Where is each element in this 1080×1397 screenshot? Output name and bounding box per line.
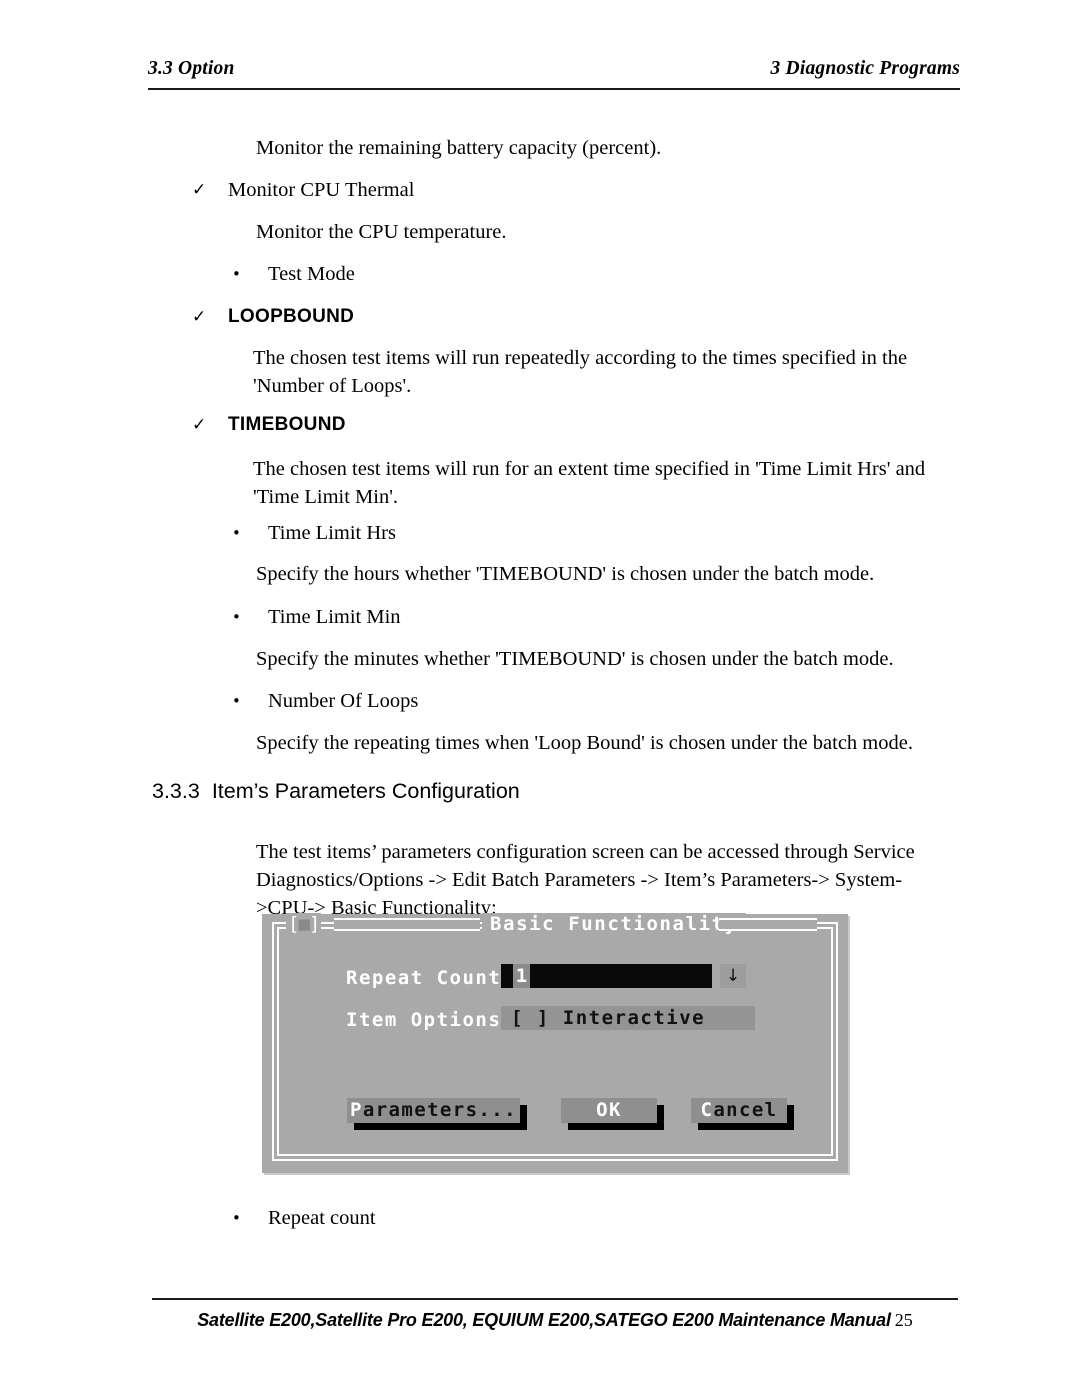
list-item-label: Repeat count	[268, 1207, 376, 1229]
titlebar-rule-left	[334, 918, 480, 931]
paragraph-number-of-loops-desc: Specify the repeating times when 'Loop B…	[256, 732, 913, 754]
page-header: 3.3 Option 3 Diagnostic Programs	[148, 58, 960, 92]
interactive-checkbox[interactable]: [ ] Interactive	[501, 1006, 755, 1030]
paragraph-section-intro: The test items’ parameters configuration…	[256, 841, 915, 919]
dialog-title: Basic Functionality	[482, 913, 746, 935]
paragraph-battery-note: Monitor the remaining battery capacity (…	[256, 137, 662, 159]
dialog-titlebar: [■] Basic Functionality	[274, 913, 836, 935]
parameters-button-accel: P	[350, 1099, 363, 1121]
repeat-count-label: Repeat Count:	[346, 967, 515, 989]
list-item-label: Monitor CPU Thermal	[228, 179, 415, 201]
list-item-label: LOOPBOUND	[228, 306, 355, 327]
dialog-content: [■] Basic Functionality Repeat Count: 1 …	[274, 913, 836, 1159]
section-heading: 3.3.3 Item’s Parameters Configuration	[152, 779, 520, 804]
checkmark-icon: ✓	[192, 180, 207, 200]
checkmark-icon: ✓	[192, 307, 207, 327]
parameters-button-label: arameters...	[362, 1099, 517, 1121]
repeat-count-value: 1	[513, 964, 530, 988]
paragraph-loopbound-desc: The chosen test items will run repeatedl…	[253, 347, 908, 397]
list-item-label: TIMEBOUND	[228, 414, 346, 435]
bullet-dot-icon: •	[232, 524, 241, 542]
section-number: 3.3.3	[152, 779, 200, 803]
bullet-dot-icon: •	[232, 692, 241, 710]
bullet-dot-icon: •	[232, 608, 241, 626]
document-page: 3.3 Option 3 Diagnostic Programs Monitor…	[0, 0, 1080, 1397]
cancel-button[interactable]: Cancel	[691, 1098, 787, 1123]
list-item-label: Test Mode	[268, 263, 355, 285]
item-options-label: Item Options:	[346, 1009, 515, 1031]
section-title: Item’s Parameters Configuration	[211, 779, 520, 803]
cancel-button-accel: C	[700, 1099, 714, 1121]
paragraph-time-limit-hrs-desc: Specify the hours whether 'TIMEBOUND' is…	[256, 563, 875, 585]
paragraph-time-limit-min-desc: Specify the minutes whether 'TIMEBOUND' …	[256, 648, 894, 670]
ok-button[interactable]: OK	[561, 1098, 657, 1123]
dialog-border: [■] Basic Functionality Repeat Count: 1 …	[272, 913, 838, 1161]
page-footer: Satellite E200,Satellite Pro E200, EQUIU…	[152, 1310, 958, 1331]
repeat-count-dropdown-arrow-icon[interactable]: ↓	[720, 964, 746, 988]
bullet-dot-icon: •	[232, 1209, 241, 1227]
list-item-label: Number Of Loops	[268, 690, 419, 712]
header-chapter-label: 3 Diagnostic Programs	[770, 58, 960, 79]
close-icon[interactable]: [■]	[286, 913, 322, 935]
repeat-count-input[interactable]: 1	[501, 964, 712, 988]
bullet-dot-icon: •	[232, 265, 241, 283]
list-item-label: Time Limit Hrs	[268, 522, 396, 544]
paragraph-cpu-temp-note: Monitor the CPU temperature.	[256, 221, 507, 243]
list-item-label: Time Limit Min	[268, 606, 401, 628]
footer-manual-title: Satellite E200,Satellite Pro E200, EQUIU…	[197, 1310, 891, 1330]
titlebar-rule-right	[719, 918, 817, 931]
basic-functionality-dialog-screenshot: [■] Basic Functionality Repeat Count: 1 …	[262, 913, 848, 1173]
cancel-button-label: ancel	[713, 1099, 778, 1121]
paragraph-timebound-desc: The chosen test items will run for an ex…	[253, 458, 926, 508]
parameters-button[interactable]: Parameters...	[347, 1098, 520, 1123]
footer-divider	[152, 1298, 958, 1300]
header-section-label: 3.3 Option	[148, 58, 235, 79]
page-number: 25	[894, 1310, 913, 1330]
checkmark-icon: ✓	[192, 415, 207, 435]
header-divider	[148, 88, 960, 90]
